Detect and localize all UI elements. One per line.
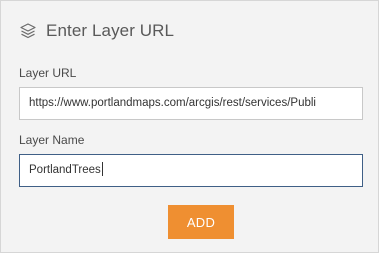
add-button[interactable]: ADD — [168, 205, 234, 239]
panel-header: Enter Layer URL — [19, 20, 174, 42]
layer-url-value: https://www.portlandmaps.com/arcgis/rest… — [29, 97, 316, 109]
panel-title: Enter Layer URL — [46, 21, 175, 40]
layers-icon — [19, 22, 37, 40]
layer-url-label: Layer URL — [19, 66, 77, 80]
layer-name-label: Layer Name — [19, 133, 85, 147]
layer-name-input[interactable]: PortlandTrees — [19, 154, 363, 187]
layer-name-value: PortlandTrees — [29, 164, 101, 176]
text-caret — [101, 162, 103, 176]
enter-layer-url-panel: Enter Layer URL Layer URL https://www.po… — [0, 0, 379, 253]
layer-url-input[interactable]: https://www.portlandmaps.com/arcgis/rest… — [19, 87, 363, 120]
